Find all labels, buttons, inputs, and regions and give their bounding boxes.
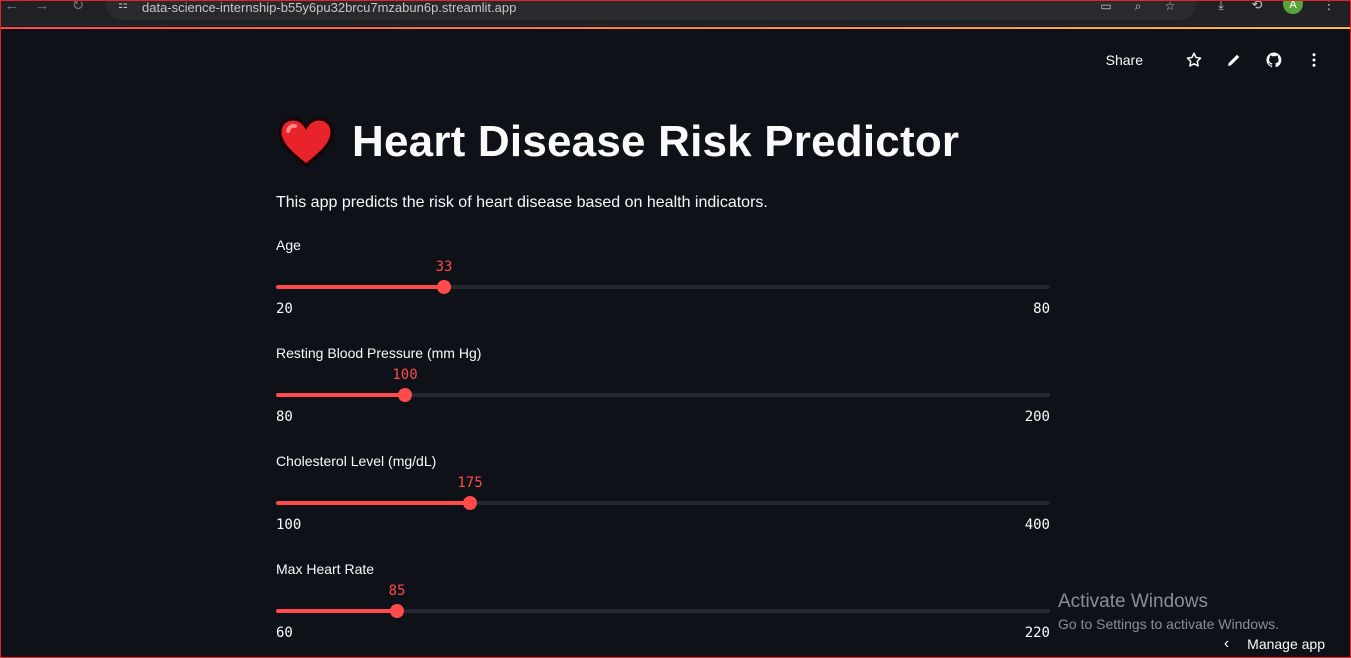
slider-label: Cholesterol Level (mg/dL) <box>276 453 437 469</box>
extensions-icon[interactable]: ⟲ <box>1247 0 1267 14</box>
edit-pencil-icon[interactable] <box>1223 49 1245 71</box>
app-toolbar: Share <box>1106 48 1325 72</box>
page-title: Heart Disease Risk Predictor <box>276 110 1050 174</box>
slider-resting-blood-pressure[interactable]: Resting Blood Pressure (mm Hg) 100 80 20… <box>276 345 1050 453</box>
slider-value: 100 <box>392 367 418 383</box>
slider-thumb[interactable] <box>463 496 477 510</box>
slider-value: 175 <box>457 475 483 491</box>
slider-group: Age 33 20 80 Resting Blood Pressure (mm … <box>276 237 1050 658</box>
manage-app-button[interactable]: ‹ Manage app <box>1224 634 1325 654</box>
slider-min: 20 <box>276 301 293 317</box>
slider-track[interactable] <box>276 280 1050 294</box>
slider-max: 220 <box>1024 625 1050 641</box>
slider-min: 80 <box>276 409 293 425</box>
slider-track[interactable] <box>276 496 1050 510</box>
share-button[interactable]: Share <box>1106 52 1143 68</box>
reload-icon[interactable]: ↻ <box>68 0 88 20</box>
slider-track[interactable] <box>276 604 1050 618</box>
slider-fill <box>276 609 397 613</box>
windows-activation-watermark: Activate Windows Go to Settings to activ… <box>1058 591 1279 632</box>
more-vert-icon[interactable] <box>1303 49 1325 71</box>
main-content: Heart Disease Risk Predictor This app pr… <box>276 110 1050 658</box>
watermark-subtext: Go to Settings to activate Windows. <box>1058 616 1279 632</box>
manage-app-label: Manage app <box>1247 636 1325 652</box>
slider-thumb[interactable] <box>390 604 404 618</box>
download-icon[interactable]: ⤓ <box>1211 0 1231 14</box>
slider-fill <box>276 393 405 397</box>
address-bar[interactable]: ☷ data-science-internship-b55y6pu32brcu7… <box>106 0 1196 20</box>
address-url[interactable]: data-science-internship-b55y6pu32brcu7mz… <box>142 0 516 15</box>
slider-thumb[interactable] <box>437 280 451 294</box>
forward-icon[interactable]: → <box>32 0 52 20</box>
slider-label: Resting Blood Pressure (mm Hg) <box>276 345 482 361</box>
slider-min: 100 <box>276 517 302 533</box>
zoom-icon[interactable]: ⌕ <box>1130 0 1146 12</box>
slider-value: 85 <box>388 583 406 599</box>
slider-min: 60 <box>276 625 293 641</box>
watermark-heading: Activate Windows <box>1058 591 1208 612</box>
site-settings-icon[interactable]: ☷ <box>118 0 134 12</box>
profile-avatar[interactable]: A <box>1283 0 1303 14</box>
slider-cholesterol[interactable]: Cholesterol Level (mg/dL) 175 100 400 <box>276 453 1050 561</box>
slider-max: 80 <box>1033 301 1050 317</box>
bookmark-star-icon[interactable]: ☆ <box>1162 0 1178 12</box>
star-icon[interactable] <box>1183 49 1205 71</box>
slider-fill <box>276 501 470 505</box>
slider-max-heart-rate[interactable]: Max Heart Rate 85 60 220 <box>276 561 1050 658</box>
app-description: This app predicts the risk of heart dise… <box>276 194 768 211</box>
slider-track[interactable] <box>276 388 1050 402</box>
app-decoration-bar <box>0 27 1351 29</box>
back-icon[interactable]: ← <box>2 0 22 20</box>
menu-dots-icon[interactable]: ⋮ <box>1319 0 1339 14</box>
browser-toolbar: ← → ↻ ☷ data-science-internship-b55y6pu3… <box>0 0 1351 26</box>
slider-thumb[interactable] <box>398 388 412 402</box>
slider-max: 200 <box>1024 409 1050 425</box>
slider-fill <box>276 285 444 289</box>
chevron-left-icon: ‹ <box>1223 635 1230 652</box>
slider-label: Max Heart Rate <box>276 561 375 577</box>
red-heart-icon <box>278 117 334 167</box>
github-icon[interactable] <box>1263 49 1285 71</box>
cast-icon[interactable]: ▭ <box>1098 0 1114 12</box>
slider-value: 33 <box>435 259 453 275</box>
slider-label: Age <box>276 237 301 253</box>
page-title-text: Heart Disease Risk Predictor <box>352 117 960 166</box>
slider-max: 400 <box>1024 517 1050 533</box>
slider-age[interactable]: Age 33 20 80 <box>276 237 1050 345</box>
